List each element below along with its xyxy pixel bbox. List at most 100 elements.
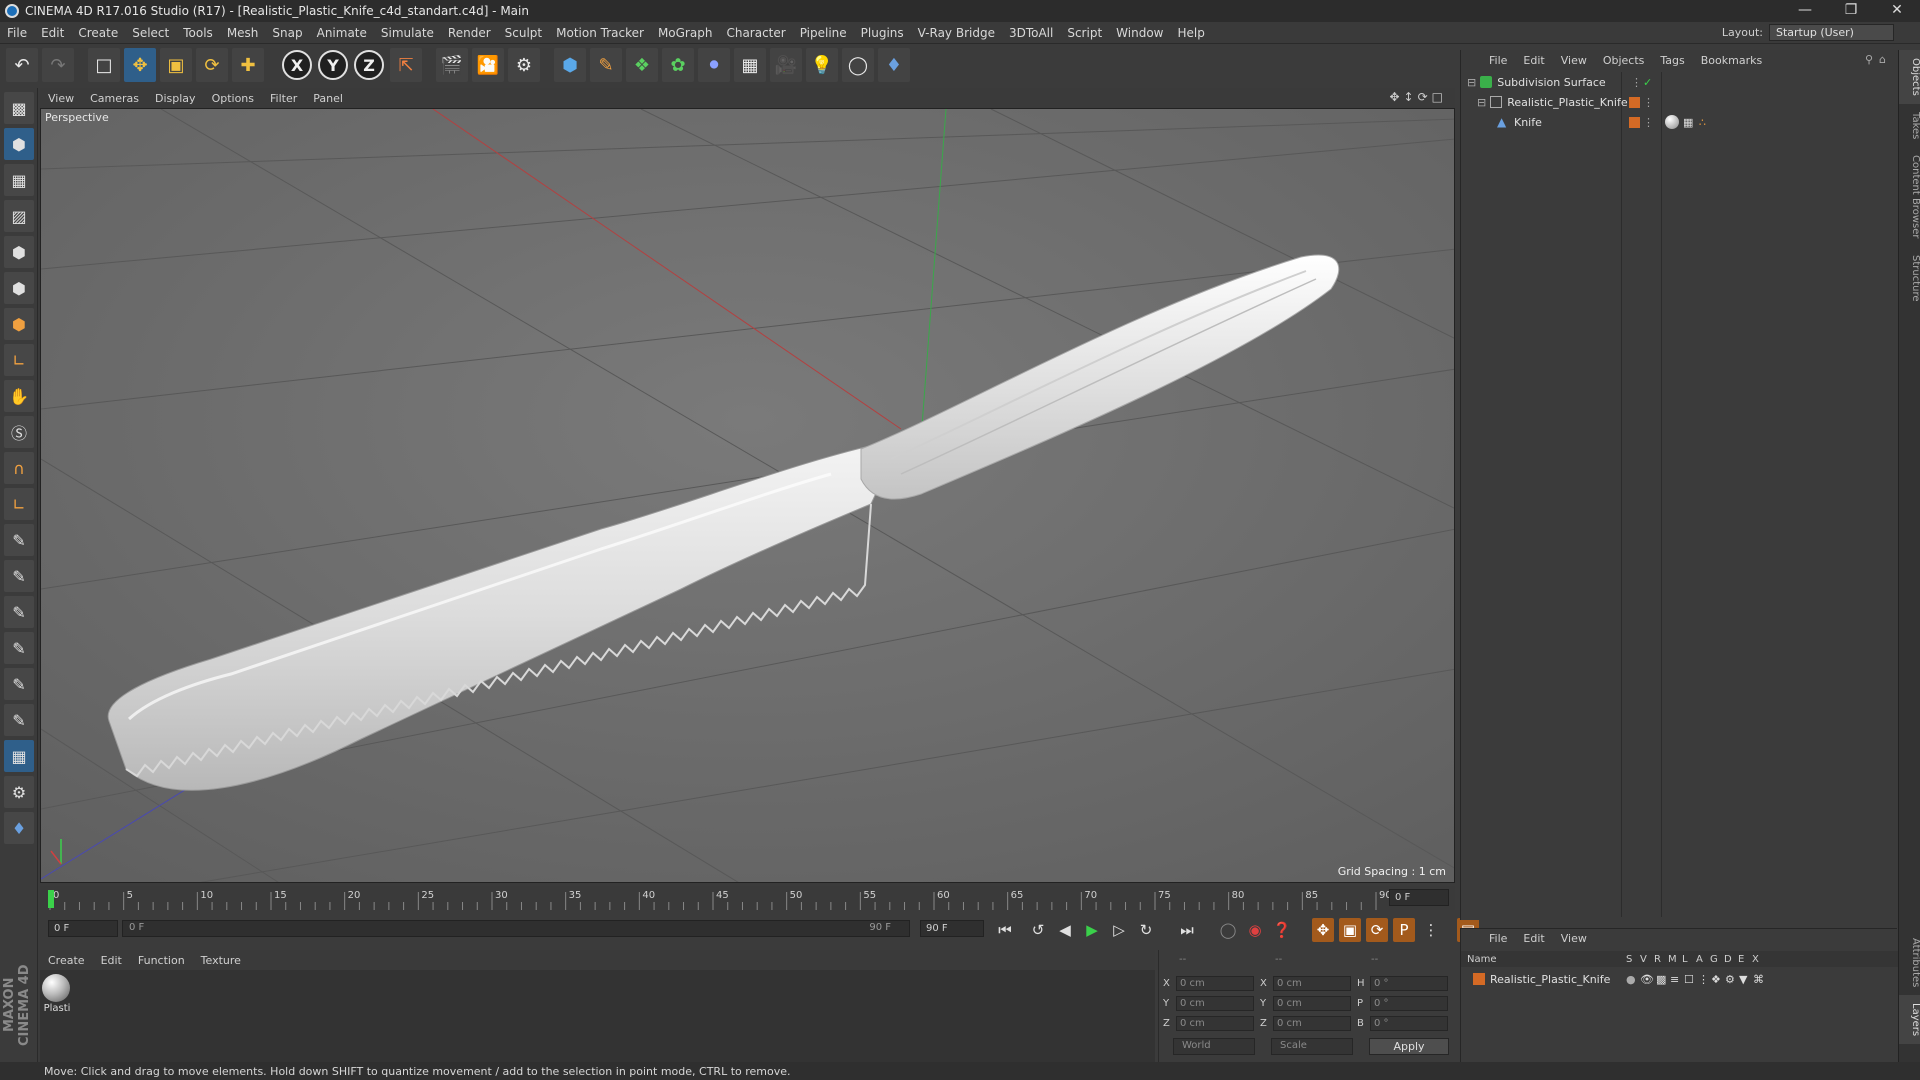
brush-tool-icon-2[interactable]: ✎ xyxy=(4,560,34,592)
record-keys-icon[interactable]: ◯ xyxy=(1217,918,1239,942)
viewport-menu-filter[interactable]: Filter xyxy=(262,92,305,105)
menu-mograph[interactable]: MoGraph xyxy=(651,26,720,40)
make-editable-icon[interactable]: ▩ xyxy=(4,92,34,124)
current-frame-field[interactable]: 0 F xyxy=(1389,889,1449,906)
mograph-cloner-icon[interactable]: ✿ xyxy=(662,48,694,82)
menu-sculpt[interactable]: Sculpt xyxy=(498,26,549,40)
visibility-dots-icon[interactable]: ⋮ xyxy=(1631,76,1642,89)
menu-pipeline[interactable]: Pipeline xyxy=(793,26,854,40)
menu-character[interactable]: Character xyxy=(719,26,792,40)
minimize-icon[interactable]: — xyxy=(1782,0,1828,22)
render-settings-icon[interactable]: ⚙ xyxy=(508,48,540,82)
undo-icon[interactable]: ↶ xyxy=(6,48,38,82)
rotation-p-field[interactable]: 0 ° xyxy=(1370,996,1448,1011)
objects-menu-edit[interactable]: Edit xyxy=(1515,54,1552,67)
uvw-tag-icon[interactable]: ▦ xyxy=(1683,116,1693,129)
layer-xref-icon[interactable]: ⌘ xyxy=(1753,973,1764,986)
start-frame-field[interactable]: 0 F xyxy=(48,920,118,937)
workplane-mode-icon[interactable]: ▨ xyxy=(4,200,34,232)
layer-solo-icon[interactable]: ● xyxy=(1626,973,1636,986)
python-icon[interactable]: ♦ xyxy=(878,48,910,82)
magnet-icon[interactable]: ∩ xyxy=(4,452,34,484)
layer-lock-icon[interactable]: ☐ xyxy=(1684,973,1694,986)
menu-animate[interactable]: Animate xyxy=(310,26,374,40)
brush-tool-icon-4[interactable]: ✎ xyxy=(4,632,34,664)
size-mode-dropdown[interactable]: Scale xyxy=(1271,1038,1353,1055)
position-y-field[interactable]: 0 cm xyxy=(1176,996,1254,1011)
edges-mode-icon[interactable]: ⬢ xyxy=(4,272,34,304)
layer-manager-icon[interactable]: ≡ xyxy=(1670,973,1679,986)
size-x-field[interactable]: 0 cm xyxy=(1273,976,1351,991)
size-z-field[interactable]: 0 cm xyxy=(1273,1016,1351,1031)
tab-attributes[interactable]: Attributes xyxy=(1899,930,1920,995)
coordinate-space-dropdown[interactable]: World xyxy=(1173,1038,1255,1055)
texture-mode-icon[interactable]: ▦ xyxy=(4,164,34,196)
layout-dropdown[interactable]: Startup (User) xyxy=(1769,24,1894,41)
x-axis-lock-icon[interactable]: X xyxy=(282,50,312,80)
enabled-check-icon[interactable]: ✓ xyxy=(1643,76,1652,89)
tab-takes[interactable]: Takes xyxy=(1899,104,1920,147)
render-view-icon[interactable]: 🎬 xyxy=(436,48,468,82)
layer-row[interactable]: Realistic_Plastic_Knife ● 👁 ▩ ≡ ☐ ⋮ ❖ ⚙ … xyxy=(1461,969,1898,989)
visibility-dots-icon[interactable]: ⋮ xyxy=(1643,116,1654,129)
playhead-marker[interactable] xyxy=(48,890,54,908)
render-picture-viewer-icon[interactable]: 🎦 xyxy=(472,48,504,82)
polygons-mode-icon[interactable]: ⬢ xyxy=(4,308,34,340)
menu-create[interactable]: Create xyxy=(71,26,125,40)
material-menu-texture[interactable]: Texture xyxy=(193,954,249,967)
menu-script[interactable]: Script xyxy=(1060,26,1109,40)
go-to-start-icon[interactable]: ⏮ xyxy=(994,918,1016,942)
frame-range-slider[interactable]: 0 F 90 F xyxy=(122,920,910,937)
pen-spline-icon[interactable]: ✎ xyxy=(590,48,622,82)
move-tool-icon[interactable]: ✥ xyxy=(124,48,156,82)
tab-structure[interactable]: Structure xyxy=(1899,247,1920,310)
close-icon[interactable]: ✕ xyxy=(1874,0,1920,22)
viewport-navigation-icons[interactable]: ✥↕⟳□ xyxy=(1389,90,1447,104)
next-keyframe-icon[interactable]: ↻ xyxy=(1135,918,1157,942)
perspective-viewport[interactable]: Perspective Grid Spacing : 1 cm xyxy=(40,108,1455,883)
layer-name[interactable]: Realistic_Plastic_Knife xyxy=(1490,973,1610,986)
rotate-tool-icon[interactable]: ⟳ xyxy=(196,48,228,82)
menu-render[interactable]: Render xyxy=(441,26,498,40)
menu-select[interactable]: Select xyxy=(125,26,176,40)
menu-snap[interactable]: Snap xyxy=(265,26,309,40)
snap-icon[interactable]: Ⓢ xyxy=(4,416,34,448)
object-name[interactable]: Realistic_Plastic_Knife xyxy=(1507,96,1627,109)
size-y-field[interactable]: 0 cm xyxy=(1273,996,1351,1011)
tweak-mode-icon[interactable]: ✋ xyxy=(4,380,34,412)
objects-menu-bookmarks[interactable]: Bookmarks xyxy=(1693,54,1770,67)
viewport-scene[interactable] xyxy=(41,109,1455,883)
light-icon[interactable]: 💡 xyxy=(806,48,838,82)
objects-menu-view[interactable]: View xyxy=(1553,54,1595,67)
menu-motion-tracker[interactable]: Motion Tracker xyxy=(549,26,651,40)
tree-item-knife[interactable]: ▲ Knife ⋮ ▦ ∴ xyxy=(1461,112,1898,132)
layer-deformer-icon[interactable]: ⚙ xyxy=(1725,973,1735,986)
menu-tools[interactable]: Tools xyxy=(176,26,220,40)
material-plastic[interactable]: Plasti xyxy=(42,974,72,1014)
rotation-h-field[interactable]: 0 ° xyxy=(1370,976,1448,991)
previous-keyframe-icon[interactable]: ↺ xyxy=(1027,918,1049,942)
vray-bridge-icon[interactable]: ◯ xyxy=(842,48,874,82)
autokey-icon[interactable]: ◉ xyxy=(1244,918,1266,942)
key-scale-icon[interactable]: ▣ xyxy=(1339,918,1361,942)
deformer-icon[interactable]: ⚫ xyxy=(698,48,730,82)
end-frame-field[interactable]: 90 F xyxy=(920,920,984,937)
material-menu-create[interactable]: Create xyxy=(40,954,93,967)
menu-mesh[interactable]: Mesh xyxy=(220,26,266,40)
objects-menu-tags[interactable]: Tags xyxy=(1652,54,1692,67)
go-to-end-icon[interactable]: ⏭ xyxy=(1176,918,1198,942)
layers-menu-file[interactable]: File xyxy=(1481,932,1515,945)
layer-expression-icon[interactable]: ▼ xyxy=(1739,973,1747,986)
menu-plugins[interactable]: Plugins xyxy=(854,26,911,40)
layer-generator-icon[interactable]: ❖ xyxy=(1711,973,1721,986)
collapse-icon[interactable]: ⊟ xyxy=(1477,96,1486,109)
material-tag-icon[interactable] xyxy=(1665,115,1679,129)
viewport-menu-display[interactable]: Display xyxy=(147,92,204,105)
menu-file[interactable]: File xyxy=(0,26,34,40)
points-mode-icon[interactable]: ⬢ xyxy=(4,236,34,268)
menu-vray-bridge[interactable]: V-Ray Bridge xyxy=(911,26,1002,40)
timeline-ruler[interactable]: 0 5 10 15 20 25 30 35 40 45 50 55 60 65 70 75 80 85 90 0 F xyxy=(40,886,1455,910)
rotation-b-field[interactable]: 0 ° xyxy=(1370,1016,1448,1031)
play-forward-icon[interactable]: ▶ xyxy=(1081,918,1103,942)
subdivision-icon[interactable]: ❖ xyxy=(626,48,658,82)
